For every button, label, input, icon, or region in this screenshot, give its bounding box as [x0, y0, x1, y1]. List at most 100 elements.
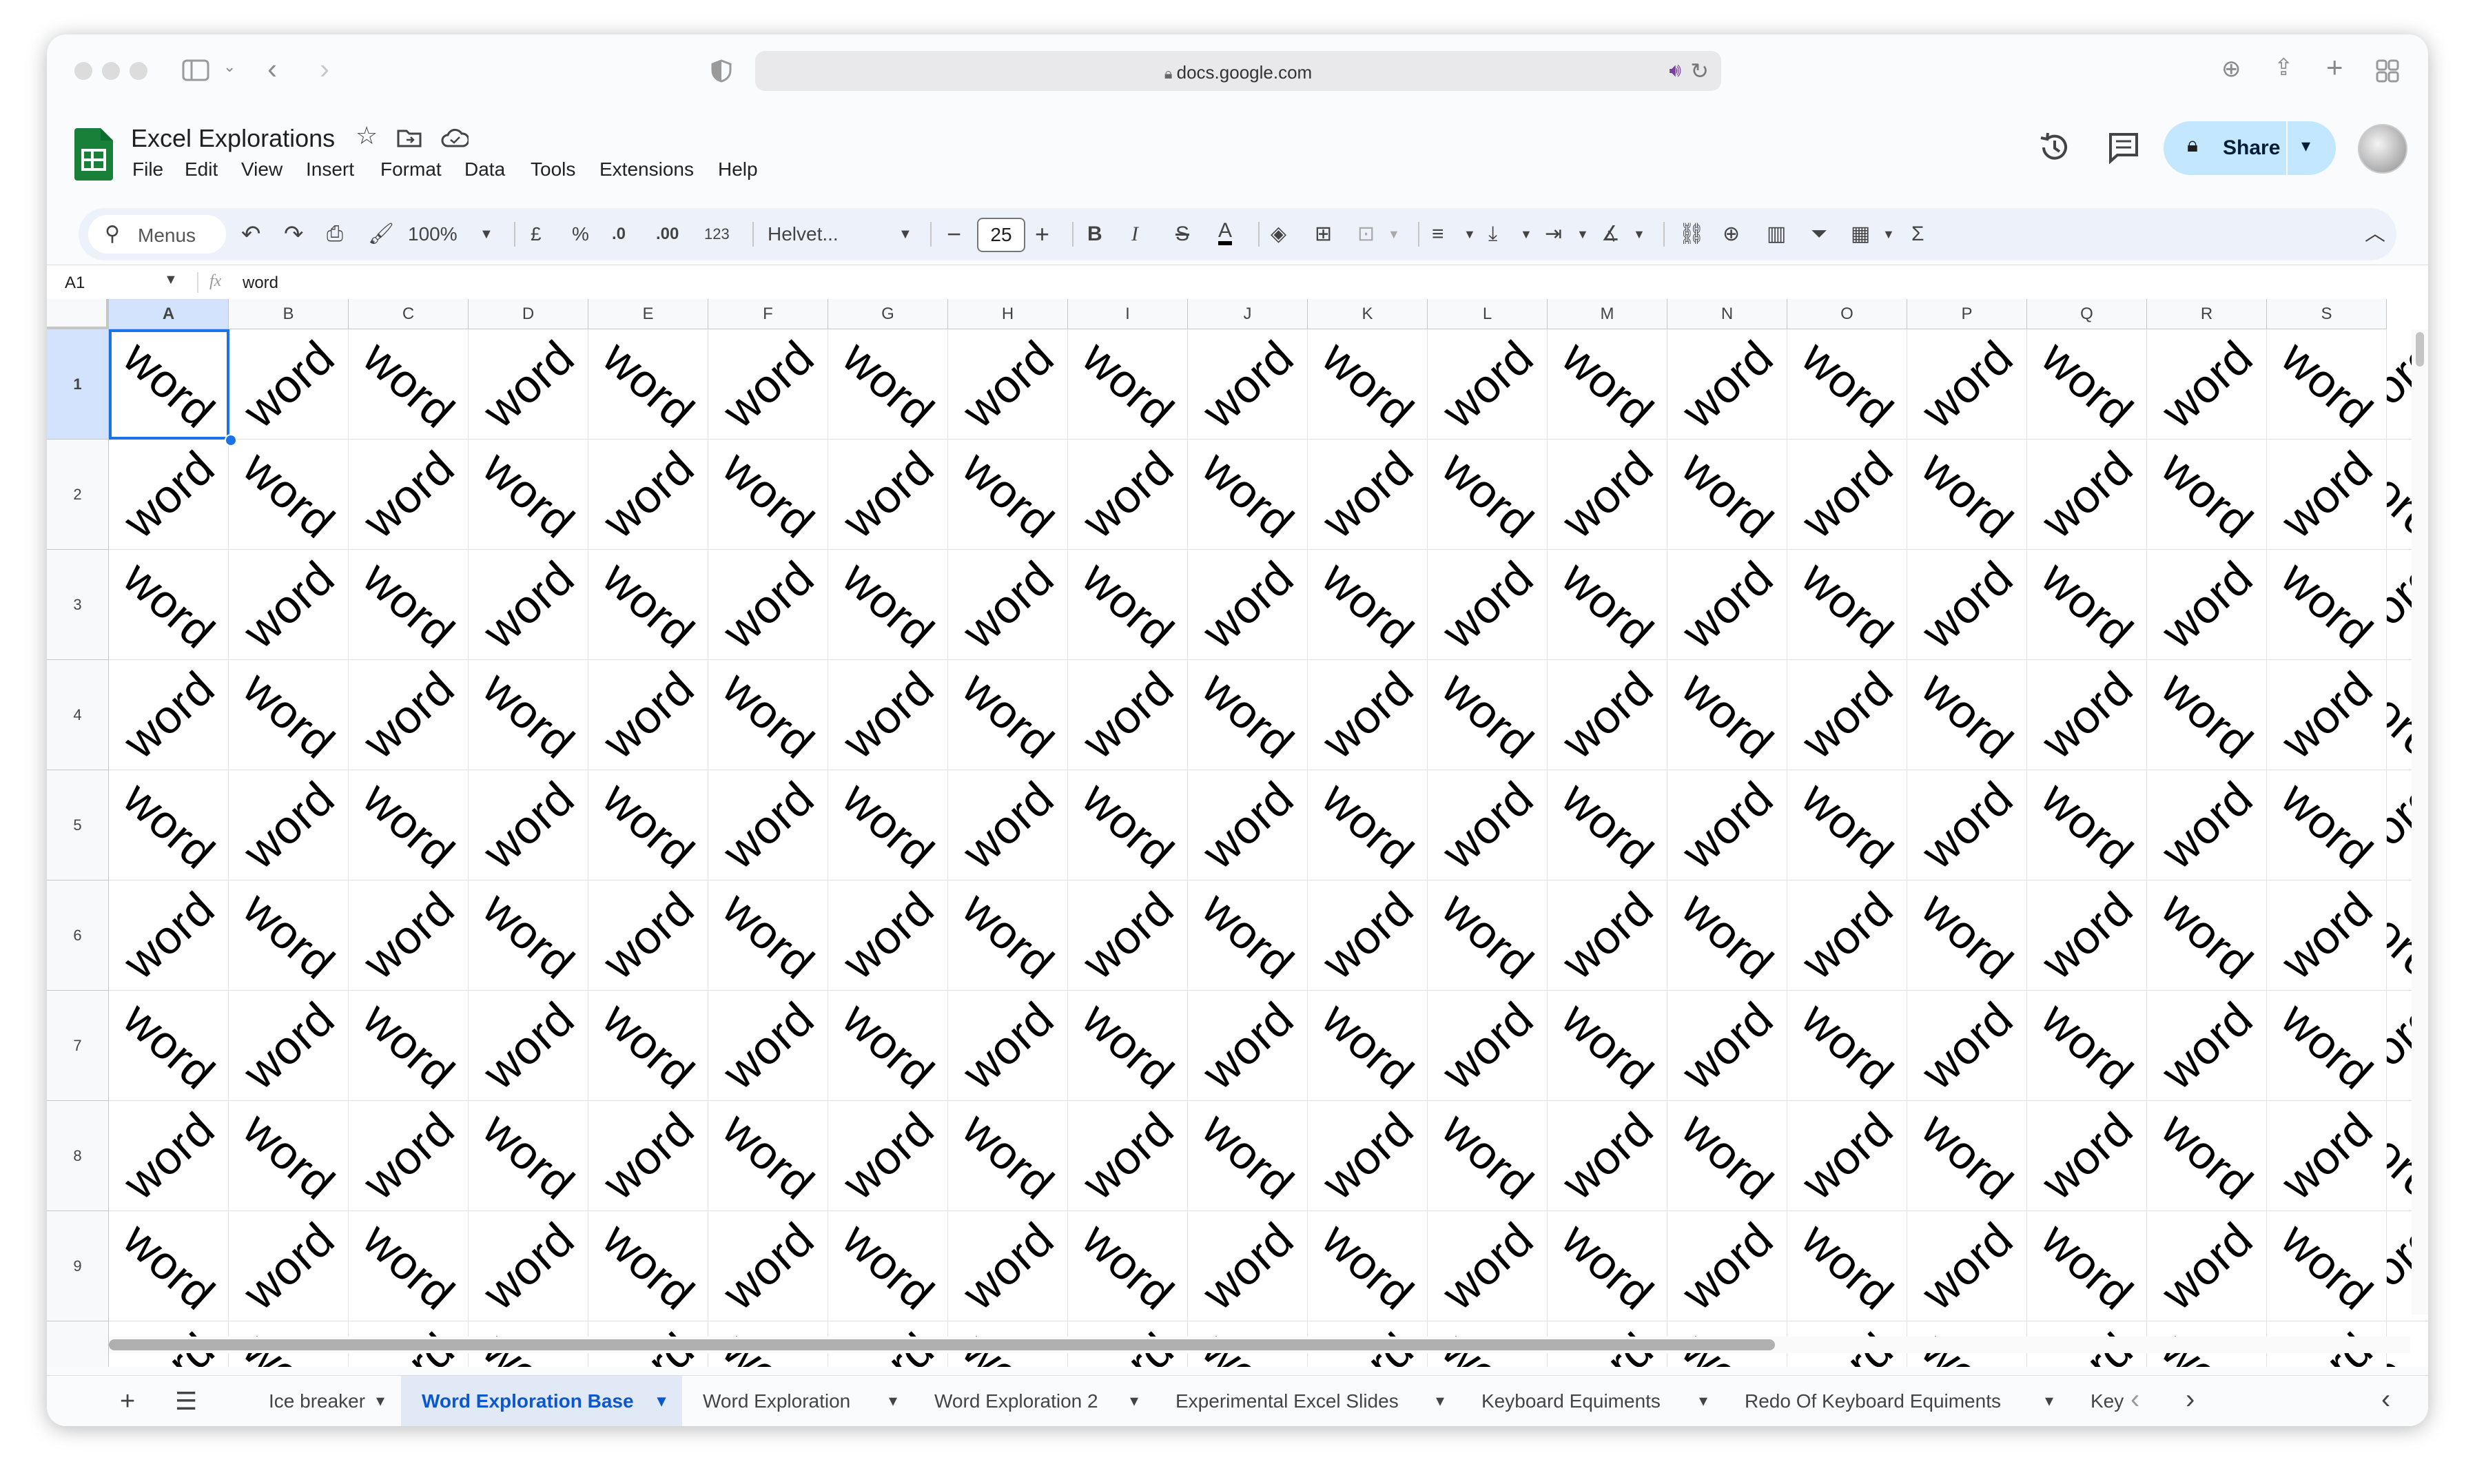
- grid-cell[interactable]: word: [109, 550, 229, 660]
- italic-button[interactable]: I: [1131, 220, 1138, 248]
- format-percent-button[interactable]: %: [572, 220, 589, 248]
- grid-cell[interactable]: word: [1548, 770, 1667, 880]
- grid-cell[interactable]: word: [469, 1211, 588, 1321]
- column-header-M[interactable]: M: [1548, 299, 1667, 329]
- grid-cell[interactable]: word: [109, 1101, 229, 1211]
- filter-icon[interactable]: ⏷: [1811, 220, 1827, 248]
- menu-insert[interactable]: Insert: [306, 158, 354, 181]
- grid-cell[interactable]: word: [2147, 770, 2267, 880]
- grid-cell[interactable]: word: [948, 329, 1068, 440]
- sheet-tab[interactable]: Word Exploration Base ▾: [401, 1376, 682, 1426]
- grid-cell[interactable]: word: [2027, 1101, 2147, 1211]
- undo-icon[interactable]: ↶: [241, 220, 261, 248]
- grid-cell[interactable]: word: [2027, 1211, 2147, 1321]
- number-format-button[interactable]: 123: [704, 220, 730, 248]
- grid-cell[interactable]: word: [1787, 991, 1907, 1101]
- column-header-A[interactable]: A: [109, 299, 229, 329]
- grid-cell[interactable]: word: [229, 329, 349, 440]
- column-header-G[interactable]: G: [828, 299, 948, 329]
- scroll-tabs-right-icon[interactable]: ›: [2186, 1384, 2195, 1415]
- sidebar-toggle-icon[interactable]: [182, 59, 209, 81]
- grid-cell[interactable]: word: [1667, 1101, 1787, 1211]
- grid-cell[interactable]: word: [588, 440, 708, 550]
- horizontal-scroll-thumb[interactable]: [109, 1339, 1775, 1350]
- grid-cell[interactable]: word: [948, 660, 1068, 770]
- grid-cell[interactable]: word: [349, 1101, 469, 1211]
- grid-cell[interactable]: word: [1068, 1211, 1188, 1321]
- row-header[interactable]: [47, 1321, 109, 1367]
- column-header-Q[interactable]: Q: [2027, 299, 2147, 329]
- name-box[interactable]: A1: [65, 274, 85, 293]
- grid-cell[interactable]: word: [1428, 660, 1548, 770]
- column-header-L[interactable]: L: [1428, 299, 1548, 329]
- grid-cell[interactable]: word: [828, 329, 948, 440]
- grid-cell[interactable]: word: [2267, 660, 2387, 770]
- grid-cell[interactable]: word: [1907, 329, 2027, 440]
- grid-cell[interactable]: word: [2027, 440, 2147, 550]
- row-header[interactable]: 5: [47, 770, 109, 880]
- insert-comment-icon[interactable]: ⊕: [1723, 220, 1740, 248]
- grid-cell[interactable]: word: [1548, 991, 1667, 1101]
- sheet-tab-menu-icon[interactable]: ▾: [376, 1376, 384, 1426]
- close-window-icon[interactable]: [74, 62, 92, 80]
- chevron-down-icon[interactable]: ⌄: [223, 58, 236, 76]
- column-header-C[interactable]: C: [349, 299, 469, 329]
- grid-cell[interactable]: word: [349, 770, 469, 880]
- add-sheet-icon[interactable]: +: [120, 1387, 135, 1416]
- grid-cell[interactable]: word: [349, 1211, 469, 1321]
- collapse-toolbar-icon[interactable]: ︿: [2365, 220, 2385, 248]
- grid-cell[interactable]: word: [588, 550, 708, 660]
- menu-tools[interactable]: Tools: [531, 158, 575, 181]
- grid-cell[interactable]: word: [588, 991, 708, 1101]
- grid-cell[interactable]: word: [229, 660, 349, 770]
- grid-cell[interactable]: word: [229, 1211, 349, 1321]
- grid-cell[interactable]: word: [469, 440, 588, 550]
- borders-icon[interactable]: ⊞: [1315, 220, 1332, 248]
- grid-cell[interactable]: word: [1068, 1101, 1188, 1211]
- menu-view[interactable]: View: [241, 158, 283, 181]
- grid-cell[interactable]: word: [229, 880, 349, 991]
- grid-cell[interactable]: word: [1548, 329, 1667, 440]
- grid-cell[interactable]: word: [469, 329, 588, 440]
- grid-cell[interactable]: word: [109, 770, 229, 880]
- menu-edit[interactable]: Edit: [185, 158, 218, 181]
- grid-cell[interactable]: word: [229, 991, 349, 1101]
- column-header-B[interactable]: B: [229, 299, 349, 329]
- grid-cell[interactable]: word: [708, 660, 828, 770]
- grid-cell[interactable]: word: [708, 880, 828, 991]
- grid-cell[interactable]: word: [948, 1101, 1068, 1211]
- grid-cell[interactable]: word: [1787, 440, 1907, 550]
- column-header-D[interactable]: D: [469, 299, 588, 329]
- insert-link-icon[interactable]: ⛓︎: [1678, 220, 1705, 248]
- column-header-P[interactable]: P: [1907, 299, 2027, 329]
- grid-cell[interactable]: word: [2147, 660, 2267, 770]
- star-icon[interactable]: ☆: [356, 121, 378, 150]
- grid-cell[interactable]: word: [229, 550, 349, 660]
- align-dropdown-icon[interactable]: ▼: [1464, 220, 1476, 248]
- bold-button[interactable]: B: [1087, 220, 1102, 248]
- grid-cell[interactable]: word: [1787, 329, 1907, 440]
- address-bar[interactable]: 🔒︎ docs.google.com 🔊︎ ↻: [755, 51, 1721, 91]
- menu-file[interactable]: File: [132, 158, 163, 181]
- sheets-logo-icon[interactable]: [74, 128, 113, 181]
- grid-cell[interactable]: word: [1188, 440, 1308, 550]
- text-wrapping-icon[interactable]: ⇥: [1545, 220, 1562, 248]
- grid-cell[interactable]: word: [349, 991, 469, 1101]
- grid-cell[interactable]: word: [1787, 770, 1907, 880]
- insert-chart-icon[interactable]: ▥: [1767, 220, 1786, 248]
- sheet-tab-menu-icon[interactable]: ▾: [2045, 1376, 2053, 1426]
- grid-cell[interactable]: word: [708, 1211, 828, 1321]
- grid-cell[interactable]: word: [229, 440, 349, 550]
- sheet-tab[interactable]: Redo Of Keyboard Equiments ▾: [1724, 1376, 2070, 1426]
- grid-cell[interactable]: word: [1068, 440, 1188, 550]
- grid-cell[interactable]: word: [349, 880, 469, 991]
- grid-cell[interactable]: word: [1548, 1211, 1667, 1321]
- grid-cell[interactable]: word: [1428, 440, 1548, 550]
- zoom-window-icon[interactable]: [130, 62, 147, 80]
- share-button[interactable]: 🔒︎ Share ▾: [2164, 121, 2336, 175]
- rotation-dropdown-icon[interactable]: ▼: [1633, 220, 1645, 248]
- grid-cell[interactable]: word: [1068, 660, 1188, 770]
- decrease-font-size-icon[interactable]: −: [947, 220, 961, 248]
- column-header-E[interactable]: E: [588, 299, 708, 329]
- grid-cell[interactable]: word: [1907, 880, 2027, 991]
